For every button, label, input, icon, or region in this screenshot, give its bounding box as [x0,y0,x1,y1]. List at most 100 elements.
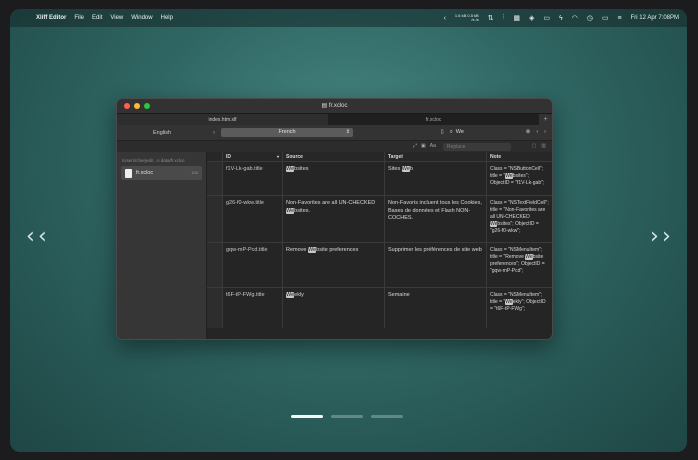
table-row[interactable]: g26-f0-wkw.title Non-Favorites are all U… [207,196,552,243]
sidebar: /Users/cherjedi/...n data/fr.xcloc fr.xc… [117,152,207,339]
menu-edit[interactable]: Edit [92,15,102,21]
target-text: Semaine [388,292,410,298]
cell-source: Weekly [283,288,385,328]
row-handle [207,243,223,287]
cell-source: Non-Favorites are all UN-CHECKED Website… [283,196,385,242]
regex-icon[interactable]: ▣ [421,143,426,149]
row-handle [207,196,223,242]
target-text: Non-Favoris incluent tous les Cookies, B… [388,200,482,221]
target-language-select[interactable]: French ⇕ [221,128,353,137]
menu-app-name[interactable]: Xliff Editor [36,15,66,21]
network-stats: 1.6 kB 0.5 kB /s /s [455,14,479,22]
chevron-right-icon: › [213,129,215,136]
replace-input[interactable]: Replace [443,143,511,151]
menu-window[interactable]: Window [131,15,152,21]
control-center-icon[interactable]: ≡ [618,15,622,22]
source-text-rest: bsites. [294,207,311,214]
window-body: /Users/cherjedi/...n data/fr.xcloc fr.xc… [117,152,552,339]
cell-note: Class = "NSButtonCell"; title = "Website… [487,162,552,195]
network-stat-bottom: /s /s [471,17,479,22]
replace-actions: ▢ ▥ [532,143,546,149]
column-header-id-label: ID [226,154,231,160]
next-arrow-icon-large[interactable]: › [662,224,671,249]
cell-id: g26-f0-wkw.title [223,196,283,242]
apple-icon[interactable] [19,14,28,23]
menu-file[interactable]: File [74,15,84,21]
search-field[interactable]: ⌕ We [450,127,520,137]
sort-arrow-icon: ▾ [276,154,279,159]
column-header-target[interactable]: Target [385,152,487,161]
table-row[interactable]: f1V-Lk-gab.title Websites Sites Web Clas… [207,162,552,196]
updown-chevron-icon: ⇕ [345,129,350,135]
target-text-rest: b [409,166,413,172]
note-text: Class = "NSTextFieldCell"; title = "Non-… [490,200,549,220]
monitor-icon[interactable]: ▭ [543,14,550,22]
cell-id: gqw-mP-Pcd.title [223,243,283,287]
table-header: ID ▾ Source Target Note [207,152,552,162]
menu-view[interactable]: View [110,15,123,21]
cell-note: Class = "NSMenuItem"; title = "Remove We… [487,243,552,287]
table-row[interactable]: t6F-tP-FWg.title Weekly Semaine Class = … [207,288,552,328]
cell-source: Remove Website preferences [283,243,385,287]
search-area: ▯ ⌕ We ⊗ ‹ › [441,127,546,137]
column-header-note[interactable]: Note [487,152,552,161]
replace-bar: ⤢ ▣ Aa Replace ▢ ▥ [117,140,552,152]
expand-icon[interactable]: ⤢ [413,143,417,149]
grid-icon[interactable]: ▦ [513,14,520,22]
target-language-value: French [278,129,296,135]
search-highlight: We [505,173,513,179]
tab-index-htm-xlf[interactable]: index.htm.xlf [117,114,328,125]
search-highlight: We [286,166,295,172]
page-dot-2[interactable] [331,415,363,418]
document-icon: ▤ [321,103,328,109]
cell-note: Class = "NSMenuItem"; title = "Weekly"; … [487,288,552,328]
prev-arrow-icon-large[interactable]: ‹ [38,224,47,249]
wifi-icon[interactable]: ◠ [572,14,578,22]
battery-bolt-icon[interactable]: ϟ [559,15,563,22]
menu-help[interactable]: Help [161,15,173,21]
dropbox-icon[interactable]: ◈ [529,14,534,22]
source-text-rest: ekly [294,292,304,298]
source-text: Remove [286,247,309,253]
page-dot-3[interactable] [371,415,403,418]
match-case-icon[interactable]: Aa [430,143,436,149]
source-text-rest: bsites [294,166,309,172]
replace-one-icon[interactable]: ▢ [532,143,537,149]
table-row[interactable]: gqw-mP-Pcd.title Remove Website preferen… [207,243,552,288]
column-header-source[interactable]: Source [283,152,385,161]
sliders-icon[interactable]: ⫶ [503,14,505,22]
column-header-id[interactable]: ID ▾ [223,152,283,161]
window-title: ▤ fr.xcloc [117,102,552,109]
prev-arrow-icon[interactable]: ‹ [26,224,35,249]
add-tab-icon[interactable]: + [539,114,552,125]
battery-icon[interactable]: ▭ [602,14,609,22]
title-bar: ▤ fr.xcloc [117,99,552,113]
sidebar-item-count: 100 [191,170,198,175]
menu-bar: Xliff Editor File Edit View Window Help … [10,9,687,27]
cell-target[interactable]: Semaine [385,288,487,328]
chevron-left-icon[interactable]: ‹ [444,15,446,22]
sidebar-item-fr-xcloc[interactable]: fr.xcloc 100 [121,166,202,180]
search-highlight: We [505,299,513,305]
previous-match-icon[interactable]: ‹ [536,129,538,135]
search-value: We [455,129,464,135]
search-highlight: We [401,166,410,172]
cell-target[interactable]: Supprimer les préférences de site web [385,243,487,287]
cell-note: Class = "NSTextFieldCell"; title = "Non-… [487,196,552,242]
xliff-editor-window: ▤ fr.xcloc index.htm.xlf fr.xcloc + Engl… [116,98,553,340]
next-arrow-icon[interactable]: › [650,224,659,249]
tab-bar: index.htm.xlf fr.xcloc + [117,113,552,125]
sidebar-toggle-icon[interactable]: ▯ [441,129,444,135]
page-dot-1[interactable] [291,415,323,418]
cell-source: Websites [283,162,385,195]
cell-target[interactable]: Non-Favoris incluent tous les Cookies, B… [385,196,487,242]
next-match-icon[interactable]: › [544,129,546,135]
search-highlight: We [525,254,533,260]
cell-target[interactable]: Sites Web [385,162,487,195]
tab-fr-xcloc[interactable]: fr.xcloc [328,114,539,125]
history-icon[interactable]: ◷ [587,14,593,22]
menu-clock[interactable]: Fri 12 Apr 7:08PM [631,15,679,21]
replace-all-icon[interactable]: ▥ [541,143,546,149]
clear-search-icon[interactable]: ⊗ [526,129,531,135]
network-icon[interactable]: ⇅ [488,14,494,22]
